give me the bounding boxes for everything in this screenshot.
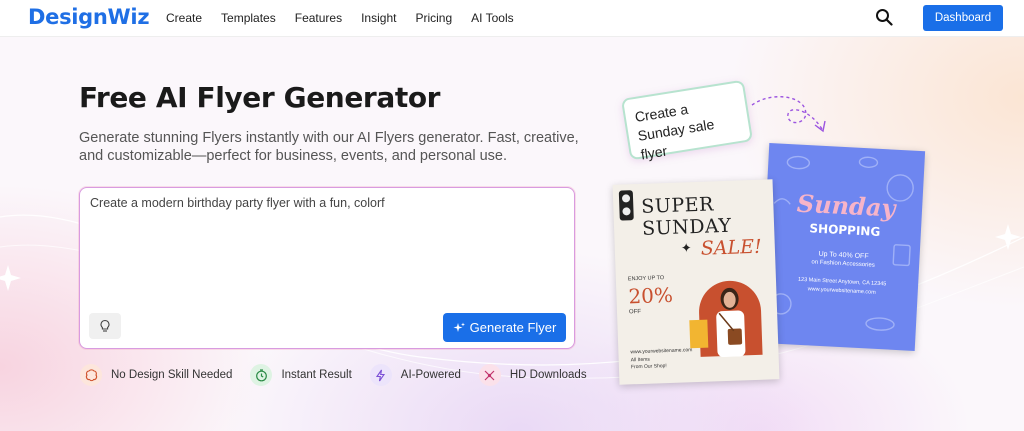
- prompt-box: Create a modern birthday party flyer wit…: [79, 187, 575, 349]
- flyer-preview-sale: SUPER SUNDAY SALE! ✦ ENJOY UP TO 20% OFF…: [612, 179, 780, 385]
- dashed-arrow: [751, 96, 823, 130]
- feature-item: No Design Skill Needed: [80, 364, 232, 386]
- flyer-decoration: [770, 155, 914, 331]
- feature-item: HD Downloads: [478, 364, 587, 386]
- menu-item-insight[interactable]: Insight: [361, 11, 396, 25]
- flyer-sale-line2: SUNDAY: [641, 214, 732, 240]
- feature-label: HD Downloads: [509, 369, 587, 381]
- idea-button[interactable]: [89, 313, 121, 339]
- page-title: Free AI Flyer Generator: [79, 81, 441, 114]
- menu-item-create[interactable]: Create: [166, 11, 202, 25]
- feature-list: No Design Skill Needed Instant Result AI…: [80, 364, 605, 386]
- timer-icon: [250, 364, 273, 386]
- prompt-bubble: Create a Sunday sale flyer: [620, 79, 754, 163]
- generate-flyer-button[interactable]: Generate Flyer: [443, 313, 566, 342]
- feature-item: Instant Result: [250, 364, 352, 386]
- brain-icon: [80, 364, 102, 386]
- flyer-sale-off: OFF: [628, 308, 642, 316]
- feature-label: No Design Skill Needed: [111, 369, 233, 381]
- menu-item-ai-tools[interactable]: AI Tools: [471, 11, 513, 25]
- sparkle-icon: ✦: [680, 240, 692, 256]
- top-nav: DesignWiz Create Templates Features Insi…: [0, 0, 1024, 37]
- main-menu: Create Templates Features Insight Pricin…: [166, 11, 533, 25]
- search-icon[interactable]: [875, 8, 893, 26]
- feature-label: AI-Powered: [400, 369, 461, 381]
- menu-item-features[interactable]: Features: [295, 11, 342, 25]
- flyer-sale-small2: From Our Shop!: [630, 363, 667, 371]
- feature-label: Instant Result: [281, 369, 352, 381]
- feature-item: AI-Powered: [369, 364, 461, 386]
- prompt-input[interactable]: Create a modern birthday party flyer wit…: [90, 196, 560, 296]
- flyer-sale-line3: SALE!: [700, 235, 763, 260]
- hero-section: Free AI Flyer Generator Generate stunnin…: [0, 37, 1024, 431]
- menu-item-pricing[interactable]: Pricing: [415, 11, 452, 25]
- flyer-sale-enjoy: ENJOY UP TO: [627, 275, 665, 283]
- page-subtitle: Generate stunning Flyers instantly with …: [79, 130, 579, 164]
- menu-item-templates[interactable]: Templates: [221, 11, 276, 25]
- flyer-sale-percent: 20%: [628, 282, 674, 309]
- sparkle-icon: [453, 322, 465, 332]
- flyer-sale-line1: SUPER: [640, 193, 715, 218]
- generate-flyer-label: Generate Flyer: [469, 320, 557, 335]
- flyer-preview-shopping: Sunday SHOPPING Up To 40% OFF on Fashion…: [758, 143, 926, 351]
- dashboard-button[interactable]: Dashboard: [923, 5, 1003, 31]
- lightning-icon: [369, 364, 392, 386]
- camera-icon: [618, 190, 634, 221]
- lightbulb-icon: [100, 319, 110, 332]
- flyer-sale-website: www.yourwebsitename.com: [630, 347, 693, 356]
- logo[interactable]: DesignWiz: [28, 5, 150, 29]
- flyer-sale-small1: All Items: [630, 356, 650, 364]
- model-illustration: [716, 287, 746, 358]
- download-icon: [478, 364, 501, 386]
